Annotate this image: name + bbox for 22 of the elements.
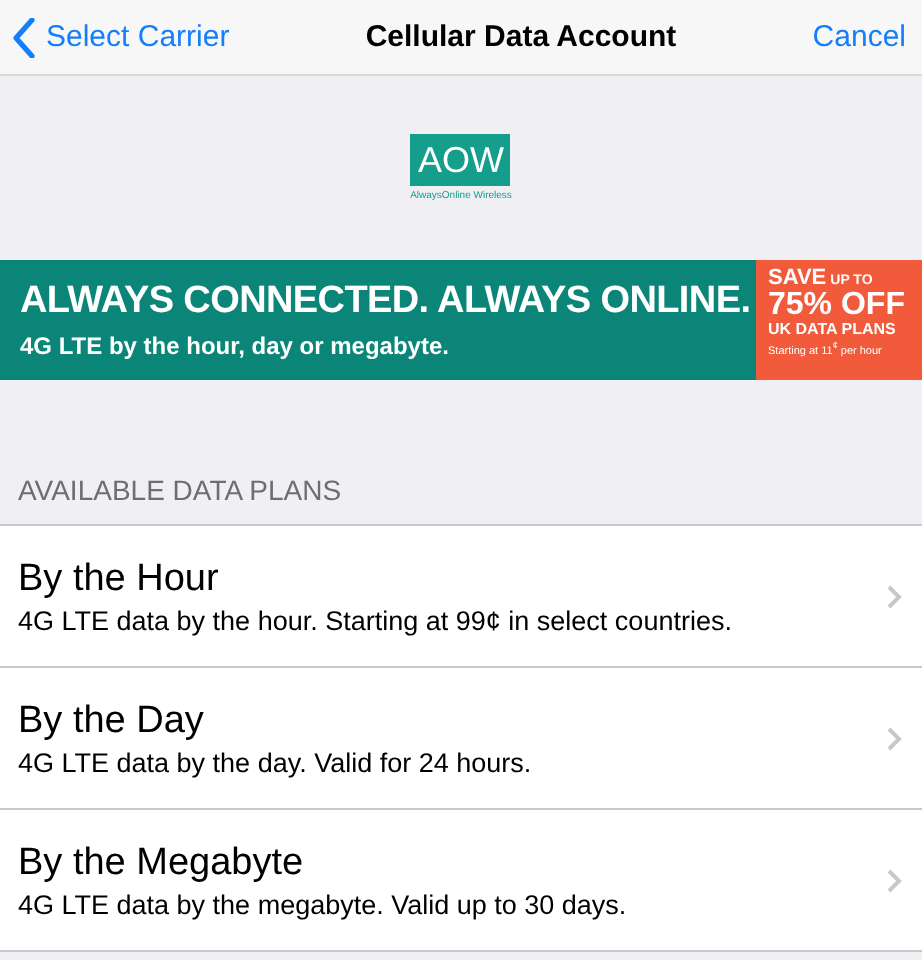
plan-row[interactable]: By the Hour 4G LTE data by the hour. Starting at 99¢ in select countries. xyxy=(0,526,922,668)
plan-title: By the Day xyxy=(18,699,206,743)
back-button[interactable]: Select Carrier xyxy=(12,17,230,57)
plan-detail: 4G LTE data by the day. Valid for 24 hours. xyxy=(18,747,532,777)
screen-title: Cellular Data Account xyxy=(365,20,677,54)
plan-detail: 4G LTE data by the hour. Starting at 99¢ in select countries. xyxy=(18,605,732,635)
chevron-icon xyxy=(886,583,902,609)
plan-detail: 4G LTE data by the megabyte. Valid up to 30 days. xyxy=(18,889,627,919)
promo-discount: 75% OFF xyxy=(768,290,907,322)
plan-row[interactable]: By the Megabyte 4G LTE data by the megabyte. Valid up to 30 days. xyxy=(0,810,922,952)
promo-save-text: SAVE xyxy=(768,268,827,290)
banner-headline: ALWAYS CONNECTED. ALWAYS ONLINE. xyxy=(20,280,751,324)
cancel-button[interactable]: Cancel xyxy=(812,20,906,54)
section-header: AVAILABLE DATA PLANS xyxy=(16,472,344,510)
banner-subline: 4G LTE by the hour, day or megabyte. xyxy=(20,332,451,360)
chevron-icon xyxy=(886,867,902,893)
promo-plans-text: UK DATA PLANS xyxy=(768,322,898,338)
plan-row[interactable]: By the Day 4G LTE data by the day. Valid for 24 hours. xyxy=(0,668,922,810)
plan-title: By the Hour xyxy=(18,557,221,601)
back-chevron-icon xyxy=(12,17,36,57)
chevron-icon xyxy=(886,725,902,751)
plan-title: By the Megabyte xyxy=(18,841,306,885)
